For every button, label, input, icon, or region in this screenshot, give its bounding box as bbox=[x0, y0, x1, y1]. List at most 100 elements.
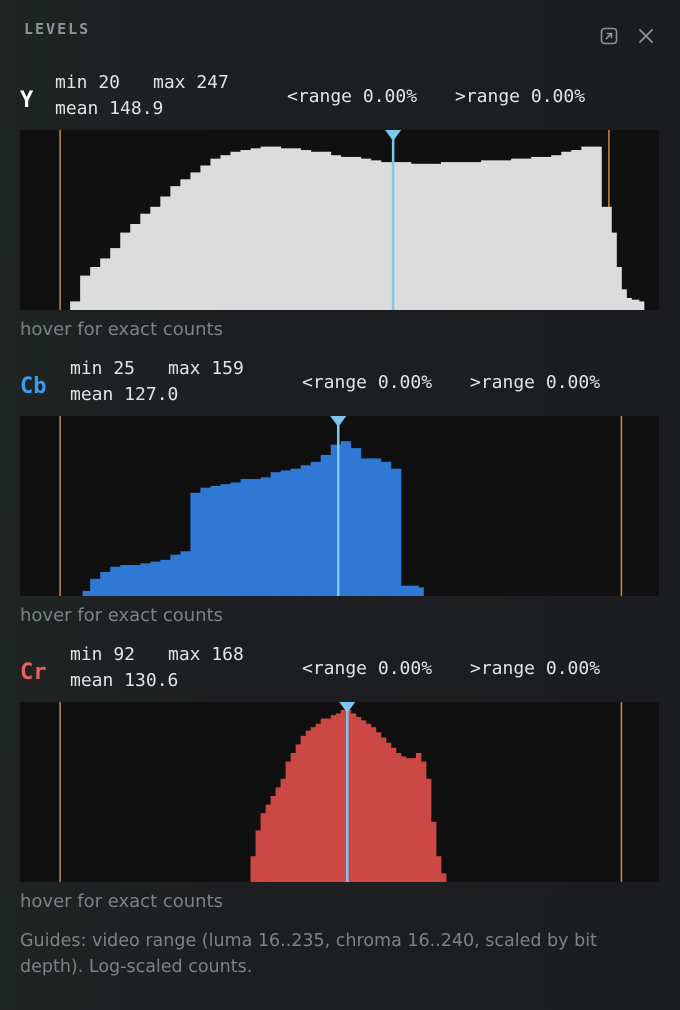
mean-marker-icon-cb bbox=[330, 416, 347, 427]
histogram-bar-cr bbox=[370, 727, 377, 882]
histogram-bar-cb bbox=[200, 487, 211, 596]
histogram-bar-y bbox=[100, 258, 111, 310]
stat-under-range-cr: <range 0.00% bbox=[302, 658, 433, 679]
histogram-plot-y[interactable] bbox=[20, 130, 659, 310]
histogram-bar-y bbox=[561, 151, 572, 310]
histogram-bar-cr bbox=[380, 737, 387, 882]
histogram-bar-y bbox=[631, 299, 640, 310]
histogram-bar-y bbox=[80, 275, 91, 310]
hover-hint-cb: hover for exact counts bbox=[20, 605, 224, 626]
histogram-bar-y bbox=[190, 172, 201, 310]
histogram-bar-y bbox=[70, 301, 81, 310]
histogram-bar-y bbox=[160, 196, 171, 310]
histogram-bar-y bbox=[220, 155, 231, 310]
popout-icon[interactable] bbox=[598, 25, 620, 47]
histogram-bar-cb bbox=[380, 461, 392, 596]
histogram-bar-y bbox=[430, 163, 442, 310]
histogram-bar-y bbox=[638, 301, 645, 310]
stat-min-cr: min 92 bbox=[70, 644, 136, 665]
histogram-bar-y bbox=[200, 165, 211, 310]
histogram-bar-cb bbox=[320, 454, 332, 596]
histogram-bar-cr bbox=[260, 813, 266, 882]
histogram-bar-cb bbox=[90, 578, 101, 596]
stat-over-range-y: >range 0.00% bbox=[455, 86, 586, 107]
histogram-bar-y bbox=[616, 267, 622, 310]
histogram-bar-y bbox=[591, 146, 602, 310]
histogram-bar-cb bbox=[250, 479, 261, 596]
channel-label-cr: Cr bbox=[20, 660, 47, 685]
histogram-bar-y bbox=[571, 150, 582, 310]
stat-mean-cb: mean 127.0 bbox=[70, 384, 179, 405]
histogram-bar-cb bbox=[210, 485, 221, 596]
stat-max-y: max 247 bbox=[153, 72, 229, 93]
histogram-bar-y bbox=[340, 156, 352, 310]
histogram-bar-cb bbox=[390, 468, 402, 596]
histogram-bar-cr bbox=[340, 710, 347, 882]
histogram-bar-y bbox=[410, 163, 422, 310]
histogram-bar-cr bbox=[375, 732, 382, 882]
histogram-bar-cb bbox=[350, 448, 362, 596]
histogram-bar-y bbox=[140, 213, 151, 310]
histogram-plot-cb[interactable] bbox=[20, 416, 659, 596]
stat-mean-y: mean 148.9 bbox=[55, 98, 164, 119]
histogram-bar-y bbox=[130, 224, 141, 310]
histogram-bar-cr bbox=[415, 753, 422, 882]
stat-min-cb: min 25 bbox=[70, 358, 136, 379]
histogram-bar-y bbox=[400, 162, 412, 310]
histogram-bar-cr bbox=[330, 715, 337, 882]
histogram-bar-cb bbox=[110, 566, 121, 596]
histogram-bar-cb bbox=[280, 470, 292, 596]
histogram-bar-y bbox=[320, 151, 332, 310]
histogram-bar-cb bbox=[100, 571, 111, 596]
histogram-bar-cr bbox=[405, 758, 412, 882]
hover-hint-cr: hover for exact counts bbox=[20, 891, 224, 912]
histogram-bar-y bbox=[461, 162, 472, 310]
histogram-bar-cb bbox=[370, 458, 382, 596]
histogram-bar-cr bbox=[255, 830, 261, 882]
histogram-bar-y bbox=[541, 156, 552, 310]
guides-note: Guides: video range (luma 16..235, chrom… bbox=[20, 931, 597, 977]
histogram-bar-cr bbox=[430, 821, 437, 882]
histogram-bar-cr bbox=[355, 716, 362, 882]
histogram-bar-cb bbox=[120, 565, 131, 596]
histogram-bar-y bbox=[481, 160, 492, 310]
histogram-bar-cr bbox=[280, 778, 287, 882]
histogram-bar-cr bbox=[335, 713, 342, 882]
histogram-bar-cb bbox=[360, 458, 372, 596]
histogram-bar-cb bbox=[260, 477, 271, 596]
histogram-bar-cb bbox=[170, 554, 181, 596]
histogram-bar-y bbox=[521, 158, 532, 310]
histogram-bar-cb bbox=[340, 441, 352, 596]
stat-min-y: min 20 bbox=[55, 72, 121, 93]
stat-under-range-cb: <range 0.00% bbox=[302, 372, 433, 393]
histogram-bar-cr bbox=[305, 730, 312, 882]
close-icon[interactable] bbox=[635, 25, 657, 47]
histogram-plot-cr[interactable] bbox=[20, 702, 659, 882]
hover-hint-y: hover for exact counts bbox=[20, 319, 224, 340]
histogram-bar-cb bbox=[82, 590, 91, 596]
histogram-bar-y bbox=[280, 148, 292, 310]
histogram-bar-cr bbox=[425, 778, 432, 882]
histogram-bar-cr bbox=[310, 727, 317, 882]
histogram-bar-y bbox=[440, 162, 452, 310]
channel-label-y: Y bbox=[20, 88, 34, 113]
histogram-bar-cr bbox=[295, 744, 302, 882]
mean-marker-icon-y bbox=[385, 130, 402, 141]
histogram-bar-cb bbox=[180, 551, 191, 596]
histogram-bar-y bbox=[601, 206, 612, 310]
histogram-bar-cr bbox=[440, 873, 447, 882]
histogram-bar-cb bbox=[150, 561, 161, 596]
histogram-bar-cr bbox=[395, 753, 402, 882]
histogram-bar-cb bbox=[290, 468, 302, 596]
histogram-bar-cb bbox=[140, 563, 151, 596]
histogram-bar-cr bbox=[365, 723, 372, 882]
histogram-bar-y bbox=[210, 158, 221, 310]
histogram-bar-y bbox=[380, 162, 392, 310]
stat-over-range-cb: >range 0.00% bbox=[470, 372, 601, 393]
histogram-bar-y bbox=[290, 148, 302, 310]
histogram-bar-cr bbox=[350, 713, 357, 882]
histogram-bar-y bbox=[310, 151, 322, 310]
histogram-bar-cr bbox=[410, 758, 417, 882]
stat-max-cb: max 159 bbox=[168, 358, 244, 379]
histogram-bar-cb bbox=[230, 482, 241, 596]
